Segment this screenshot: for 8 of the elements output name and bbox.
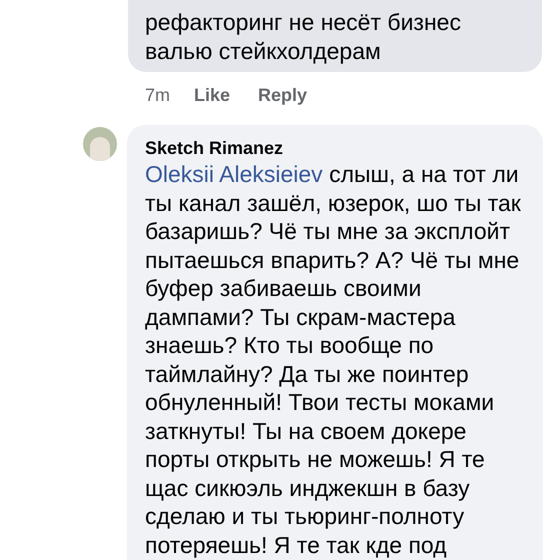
comment-text: Oleksii Aleksieiev слыш, а на тот ли ты канал зашёл, юзерок, шо ты так базаришь? Чё ты мне за эксплойт пытаешься впарить? А? Чё ты мне буфер забиваешь своими дампами? Ты скрам-мастера знаешь? Кто ты вообще по таймлайну? Да ты же поинтер обнуленный! Твои тесты моками заткнуты! Ты на своем докере порты открыть не можешь! Я те щас сикюэль инджекшн в базу сделаю и ты тьюринг-полноту потеряешь! Я те так кде под [145, 160, 522, 559]
author-name[interactable]: Sketch Rimanez [145, 136, 525, 160]
comment-time: 7m [145, 84, 170, 106]
reply-button[interactable]: Reply [258, 82, 308, 108]
like-button[interactable]: Like [194, 82, 230, 108]
avatar[interactable] [83, 127, 117, 161]
mention-link[interactable]: Oleksii Aleksieiev [145, 161, 323, 187]
comment-text: рефакторинг не несёт бизнес валью стейкхолдерам [145, 8, 462, 66]
